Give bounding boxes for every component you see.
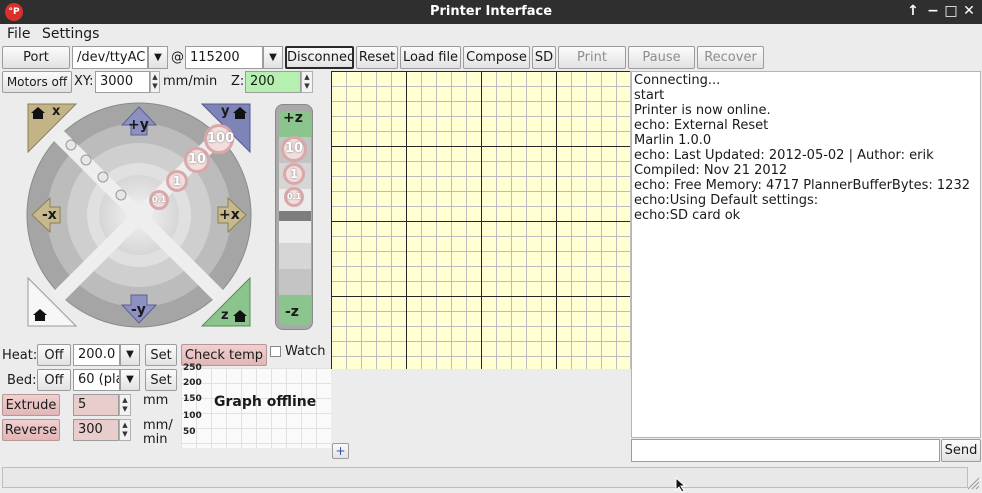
- z-step-0.1-button[interactable]: 0.1: [284, 187, 304, 207]
- minus-x-button[interactable]: -x: [42, 207, 57, 223]
- log-line: Printer is now online.: [634, 103, 771, 118]
- xy-feedrate-input[interactable]: 3000: [95, 71, 150, 93]
- menu-file[interactable]: File: [7, 26, 30, 42]
- send-button[interactable]: Send: [941, 439, 981, 462]
- xy-unit-label: mm/min: [163, 74, 218, 89]
- add-button[interactable]: +: [332, 443, 349, 459]
- resize-grip-icon[interactable]: [966, 476, 980, 490]
- mouse-cursor-icon: [675, 477, 687, 493]
- home-all-icon[interactable]: [32, 308, 48, 322]
- log-line: Marlin 1.0.0: [634, 133, 712, 148]
- xy-spinner-icon[interactable]: ▲ ▼: [150, 71, 160, 93]
- extrude-unit-label: mm: [143, 393, 169, 408]
- graph-tick-200: 200: [183, 378, 202, 388]
- log-line: Compiled: Nov 21 2012: [634, 163, 788, 178]
- log-line: echo: Last Updated: 2012-05-02 | Author:…: [634, 148, 934, 163]
- step-0.1-button[interactable]: 0.1: [149, 190, 169, 210]
- extrude-spinner-icon[interactable]: ▲ ▼: [119, 394, 131, 416]
- bed-set-button[interactable]: Set: [145, 369, 177, 391]
- home-y-icon: [232, 106, 248, 120]
- command-input[interactable]: [631, 439, 940, 462]
- sd-button[interactable]: SD: [532, 46, 556, 69]
- menu-bar: File Settings: [0, 24, 982, 46]
- port-button[interactable]: Port: [2, 46, 70, 69]
- plus-y-button[interactable]: +y: [128, 117, 149, 133]
- port-dropdown-icon[interactable]: ▼: [148, 46, 168, 69]
- watch-label: Watch: [285, 344, 326, 359]
- extrude-speed-input[interactable]: 300: [73, 419, 119, 441]
- heat-set-button[interactable]: Set: [145, 344, 177, 366]
- heat-label: Heat:: [2, 348, 38, 363]
- home-x-button[interactable]: x: [52, 104, 60, 119]
- reverse-button[interactable]: Reverse: [2, 419, 60, 441]
- window-title: Printer Interface: [429, 4, 553, 19]
- z-step-1-button[interactable]: 1: [283, 163, 305, 185]
- at-label: @: [171, 50, 184, 65]
- log-line: echo:SD card ok: [634, 208, 741, 223]
- close-icon[interactable]: ✕: [961, 3, 977, 20]
- home-y-button[interactable]: y: [221, 104, 229, 119]
- graph-tick-150: 150: [183, 394, 202, 404]
- graph-tick-250: 250: [183, 363, 202, 373]
- minimize-icon[interactable]: −: [925, 3, 941, 20]
- z-label: Z:: [231, 74, 245, 89]
- print-preview-grid[interactable]: [331, 71, 631, 369]
- speed-unit-label-1: mm/: [143, 418, 173, 433]
- home-x-icon: [30, 106, 46, 120]
- extrude-length-input[interactable]: 5: [73, 394, 119, 416]
- minus-z-button[interactable]: -z: [285, 304, 299, 320]
- temperature-graph: 250 200 150 100 50 Graph offline: [181, 363, 331, 448]
- bed-temp-select[interactable]: 60 (pla): [73, 369, 120, 391]
- step-100-button[interactable]: 100: [204, 124, 234, 154]
- step-1-button[interactable]: 1: [166, 170, 188, 192]
- maximize-icon[interactable]: □: [943, 3, 959, 20]
- title-bar: °P Printer Interface ↑ − □ ✕: [0, 0, 982, 24]
- status-bar: [0, 465, 982, 492]
- pause-button[interactable]: Pause: [628, 46, 695, 69]
- step-10-button[interactable]: 10: [184, 147, 210, 173]
- heat-off-button[interactable]: Off: [37, 344, 71, 366]
- port-select[interactable]: /dev/ttyAC: [72, 46, 148, 69]
- motors-off-button[interactable]: Motors off: [2, 71, 72, 93]
- console-log[interactable]: Connecting... start Printer is now onlin…: [631, 71, 981, 438]
- extrude-button[interactable]: Extrude: [2, 394, 60, 416]
- baud-select[interactable]: 115200: [185, 46, 263, 69]
- speed-unit-label-2: min: [143, 432, 168, 447]
- log-line: start: [634, 88, 665, 103]
- plus-z-button[interactable]: +z: [283, 110, 303, 126]
- z-feedrate-input[interactable]: 200: [245, 71, 301, 93]
- watch-checkbox[interactable]: [270, 346, 281, 357]
- bed-label: Bed:: [7, 373, 37, 388]
- graph-offline-label: Graph offline: [214, 394, 317, 410]
- home-z-button[interactable]: z: [221, 308, 229, 323]
- bed-dropdown-icon[interactable]: ▼: [120, 369, 140, 391]
- z-step-10-button[interactable]: 10: [281, 136, 307, 162]
- recover-button[interactable]: Recover: [697, 46, 764, 69]
- log-line: echo: External Reset: [634, 118, 769, 133]
- minus-y-button[interactable]: -y: [131, 302, 146, 318]
- load-file-button[interactable]: Load file: [400, 46, 461, 69]
- keep-above-icon[interactable]: ↑: [905, 3, 921, 20]
- graph-tick-100: 100: [183, 411, 202, 421]
- disconnect-button[interactable]: Disconnect: [285, 46, 354, 69]
- log-line: echo:Using Default settings:: [634, 193, 819, 208]
- print-button[interactable]: Print: [558, 46, 626, 69]
- graph-tick-50: 50: [183, 427, 196, 437]
- log-line: Connecting...: [634, 73, 721, 88]
- compose-button[interactable]: Compose: [463, 46, 530, 69]
- plus-x-button[interactable]: +x: [219, 207, 240, 223]
- log-line: echo: Free Memory: 4717 PlannerBufferByt…: [634, 178, 970, 193]
- xy-label: XY:: [74, 74, 94, 89]
- z-spinner-icon[interactable]: ▲ ▼: [301, 71, 313, 93]
- menu-settings[interactable]: Settings: [42, 26, 99, 42]
- bed-off-button[interactable]: Off: [37, 369, 71, 391]
- heat-temp-select[interactable]: 200.0: [73, 344, 120, 366]
- speed-spinner-icon[interactable]: ▲ ▼: [119, 419, 131, 441]
- baud-dropdown-icon[interactable]: ▼: [263, 46, 283, 69]
- reset-button[interactable]: Reset: [356, 46, 398, 69]
- heat-dropdown-icon[interactable]: ▼: [120, 344, 140, 366]
- home-z-icon: [232, 309, 248, 323]
